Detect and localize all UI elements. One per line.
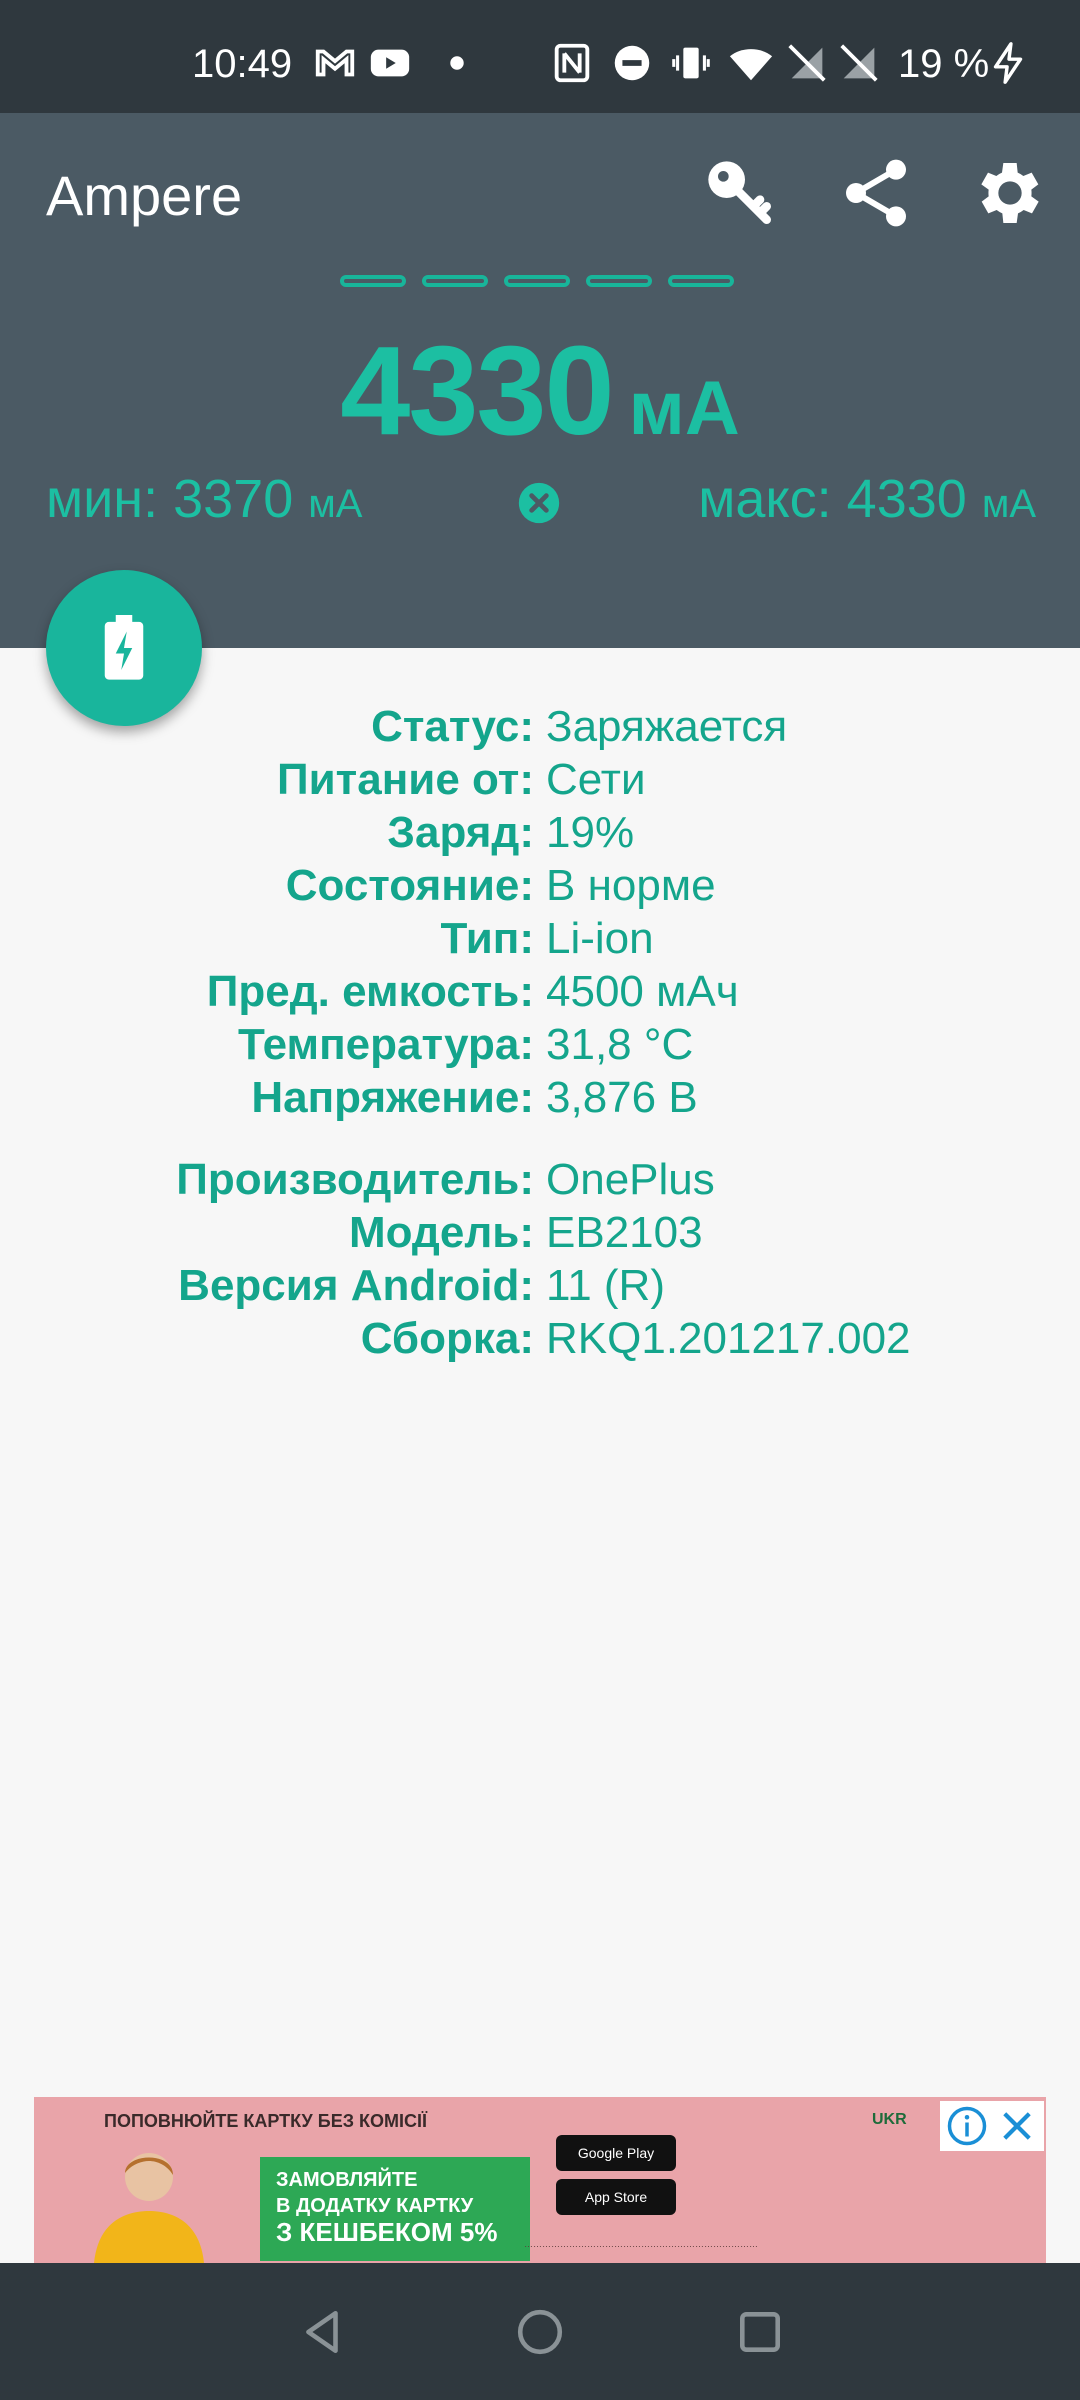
share-icon[interactable] <box>836 153 916 233</box>
info-label: Питание от: <box>277 755 534 804</box>
settings-icon[interactable] <box>970 153 1050 233</box>
battery-percent: 19 % <box>898 42 990 86</box>
youtube-icon <box>370 49 410 77</box>
indicator-segment <box>668 275 734 287</box>
recents-icon[interactable] <box>735 2307 785 2357</box>
gmail-icon <box>315 49 355 77</box>
info-label: Температура: <box>237 1020 534 1069</box>
info-value: 19% <box>546 808 635 857</box>
info-value: 3,876 В <box>546 1073 698 1122</box>
info-value: 11 (R) <box>546 1261 665 1310</box>
ad-person-image <box>94 2153 204 2263</box>
info-label: Версия Android: <box>178 1261 534 1310</box>
navigation-bar <box>0 2263 1080 2400</box>
info-row-type: Тип: Li-ion <box>0 912 1080 966</box>
max-reading: макс: 4330 мА <box>698 468 1036 530</box>
indicator-segment <box>422 275 488 287</box>
info-value: Заряжается <box>546 702 788 751</box>
info-value: EB2103 <box>546 1208 703 1257</box>
info-value: OnePlus <box>546 1155 715 1204</box>
no-sim-icon <box>840 44 878 82</box>
current-reading: 4330 мА <box>0 318 1080 463</box>
info-label: Состояние: <box>285 861 534 910</box>
info-row-power-source: Питание от: Сети <box>0 753 1080 807</box>
info-row-model: Модель: EB2103 <box>0 1206 1080 1260</box>
info-value: Li-ion <box>546 914 654 963</box>
min-unit: мА <box>308 482 363 526</box>
ad-headline: ПОПОВНЮЙТЕ КАРТКУ БЕЗ КОМІСІЇ <box>104 2111 427 2131</box>
current-value: 4330 <box>340 320 614 461</box>
measurement-indicator <box>340 275 740 295</box>
ad-promo-line: З КЕШБЕКОМ 5% <box>276 2217 498 2247</box>
wifi-icon <box>729 49 773 81</box>
info-row-charge: Заряд: 19% <box>0 806 1080 860</box>
info-value: В норме <box>546 861 716 910</box>
info-label: Статус: <box>371 702 534 751</box>
back-icon[interactable] <box>298 2307 348 2357</box>
info-value: 4500 мАч <box>546 967 739 1016</box>
indicator-segment <box>340 275 406 287</box>
info-row-capacity: Пред. емкость: 4500 мАч <box>0 965 1080 1019</box>
info-row-build: Сборка: RKQ1.201217.002 <box>0 1312 1080 1366</box>
max-unit: мА <box>981 482 1036 526</box>
min-reading: мин: 3370 мА <box>46 468 362 530</box>
info-value: RKQ1.201217.002 <box>546 1314 911 1363</box>
info-label: Заряд: <box>387 808 534 857</box>
info-label: Производитель: <box>176 1155 534 1204</box>
home-icon[interactable] <box>515 2307 565 2357</box>
app-store-badge[interactable]: App Store <box>556 2179 676 2215</box>
ad-close-icon[interactable] <box>996 2105 1038 2147</box>
info-label: Тип: <box>440 914 534 963</box>
google-play-badge[interactable]: Google Play <box>556 2135 676 2171</box>
status-bar: 10:49 19 % <box>0 0 1080 113</box>
nfc-icon <box>554 43 590 83</box>
max-value: макс: 4330 <box>698 469 967 529</box>
info-row-voltage: Напряжение: 3,876 В <box>0 1071 1080 1125</box>
info-value: 31,8 °C <box>546 1020 694 1069</box>
info-value: Сети <box>546 755 646 804</box>
vibrate-icon <box>672 47 710 79</box>
no-sim-icon <box>788 44 826 82</box>
info-row-manufacturer: Производитель: OnePlus <box>0 1153 1080 1207</box>
reset-minmax-icon[interactable] <box>517 481 561 525</box>
ad-controls <box>940 2101 1044 2151</box>
info-label: Сборка: <box>360 1314 534 1363</box>
ad-fine-print: …………………………………………………………………… <box>524 2239 758 2249</box>
status-time: 10:49 <box>192 42 293 86</box>
info-label: Напряжение: <box>251 1073 534 1122</box>
info-label: Пред. емкость: <box>206 967 534 1016</box>
info-label: Модель: <box>348 1208 534 1257</box>
indicator-segment <box>504 275 570 287</box>
min-value: мин: 3370 <box>46 469 294 529</box>
battery-charging-icon <box>104 615 144 680</box>
info-row-temperature: Температура: 31,8 °C <box>0 1018 1080 1072</box>
key-icon[interactable] <box>700 153 780 233</box>
dnd-icon <box>614 45 650 81</box>
app-title: Ampere <box>46 164 243 227</box>
app-header: Ampere 4330 мА мин: 3370 мА макс: 4330 мА <box>0 113 1080 648</box>
ad-banner[interactable]: ПОПОВНЮЙТЕ КАРТКУ БЕЗ КОМІСІЇ ЗАМОВЛЯЙТЕ… <box>34 2097 1046 2263</box>
ad-promo-line: ЗАМОВЛЯЙТЕ <box>276 2169 418 2191</box>
charging-bolt-icon <box>993 42 1023 84</box>
info-row-status: Статус: Заряжается <box>0 700 1080 754</box>
ad-info-icon[interactable] <box>946 2105 988 2147</box>
dot-icon <box>450 56 464 70</box>
info-row-android-version: Версия Android: 11 (R) <box>0 1259 1080 1313</box>
ad-promo-line: В ДОДАТКУ КАРТКУ <box>276 2195 474 2217</box>
current-unit: мА <box>628 366 740 451</box>
info-row-health: Состояние: В норме <box>0 859 1080 913</box>
ad-promo-box: ЗАМОВЛЯЙТЕ В ДОДАТКУ КАРТКУ З КЕШБЕКОМ 5… <box>260 2157 530 2261</box>
indicator-segment <box>586 275 652 287</box>
